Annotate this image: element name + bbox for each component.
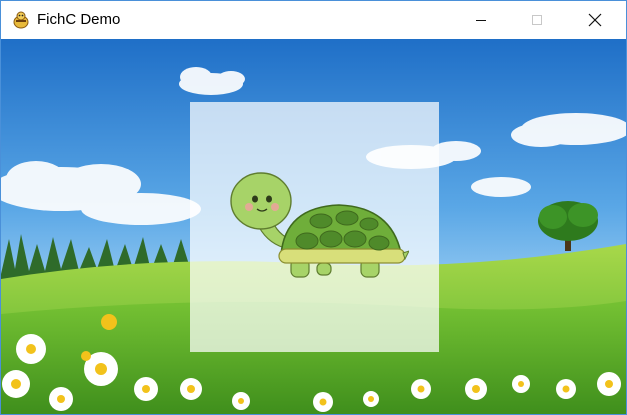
window-title: FichC Demo [37,11,121,28]
maximize-icon [532,15,542,25]
title-bar[interactable]: FichC Demo [1,1,626,39]
app-icon [13,11,29,29]
client-area [1,39,626,414]
maximize-button[interactable] [514,1,560,39]
app-window: FichC Demo [0,0,627,415]
turtle-image [230,172,409,278]
minimize-icon [476,20,486,21]
close-button[interactable] [572,1,618,39]
close-icon [588,13,602,27]
minimize-button[interactable] [458,1,504,39]
